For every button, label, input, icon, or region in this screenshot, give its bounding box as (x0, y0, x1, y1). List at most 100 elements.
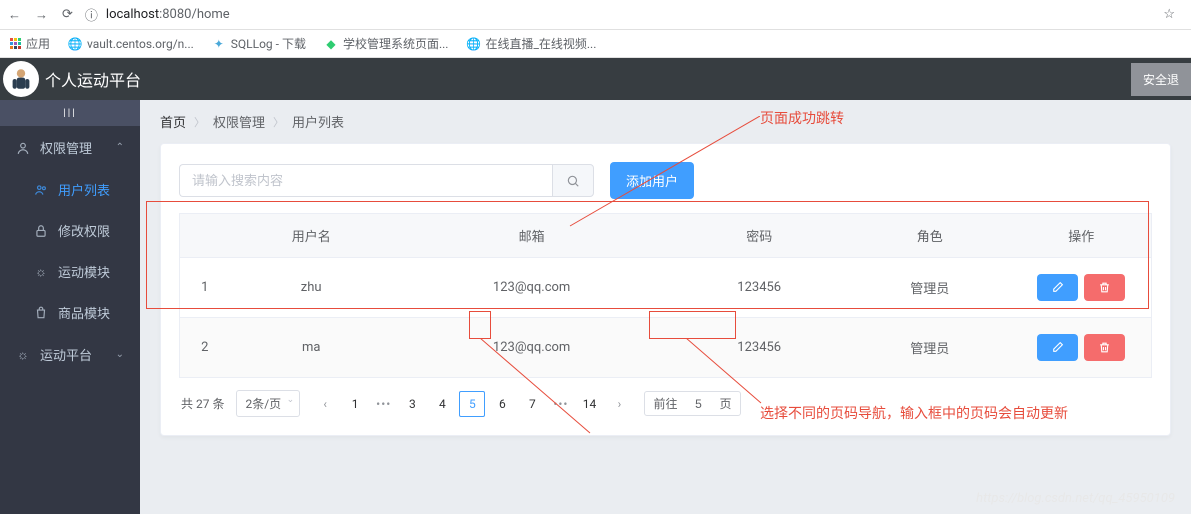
cell-role: 管理员 (848, 258, 1011, 318)
trash-icon (1098, 281, 1111, 294)
pager-page[interactable]: 7 (519, 391, 545, 417)
search-button[interactable] (552, 164, 594, 197)
sidebar-item-user-list[interactable]: 用户列表 (10, 169, 140, 210)
cell-password: 123456 (670, 318, 848, 378)
cell-username: ma (230, 318, 393, 378)
sidebar-item-modify-permission[interactable]: 修改权限 (10, 210, 140, 251)
sidebar-item-label: 修改权限 (58, 221, 110, 240)
search-input[interactable] (179, 164, 552, 197)
reload-icon[interactable]: ⟳ (62, 7, 73, 23)
sidebar-item-label: 用户列表 (58, 180, 110, 199)
bookmark-star-icon[interactable]: ☆ (1163, 7, 1175, 22)
goto-prefix: 前往 (653, 395, 677, 412)
app-title: 个人运动平台 (45, 67, 1131, 91)
trash-icon (1098, 341, 1111, 354)
main-content: 首页 〉 权限管理 〉 用户列表 添加用户 (140, 100, 1191, 514)
pager-next[interactable]: › (606, 391, 632, 417)
edit-icon (1051, 281, 1064, 294)
sidebar: ||| 权限管理 ⌃ 用户列表 修改权限 ☼ 运动模块 (0, 100, 140, 514)
cell-index: 1 (180, 258, 230, 318)
table-header-operation: 操作 (1012, 214, 1152, 258)
cell-username: zhu (230, 258, 393, 318)
cell-email: 123@qq.com (393, 258, 670, 318)
breadcrumb-item: 用户列表 (292, 112, 344, 131)
sidebar-item-label: 运动平台 (40, 345, 92, 364)
pager-page[interactable]: 14 (576, 391, 602, 417)
delete-button[interactable] (1084, 334, 1125, 361)
sidebar-item-permission[interactable]: 权限管理 ⌃ (0, 126, 140, 169)
url-bar[interactable]: ⓘ localhost:8080/home (85, 5, 1151, 24)
url-path: /home (191, 7, 229, 22)
search-icon (566, 174, 580, 188)
table-header-password: 密码 (670, 214, 848, 258)
bookmark-item[interactable]: 🌐 vault.centos.org/n... (68, 37, 194, 51)
app-header: 个人运动平台 安全退 (0, 58, 1191, 100)
pager-ellipsis[interactable]: ••• (549, 397, 572, 411)
chevron-right-icon: 〉 (273, 114, 284, 130)
pager-page[interactable]: 6 (489, 391, 515, 417)
cell-index: 2 (180, 318, 230, 378)
sidebar-collapse-button[interactable]: ||| (0, 100, 140, 126)
browser-nav-bar: ← → ⟳ ⓘ localhost:8080/home ☆ (0, 0, 1191, 30)
apps-label: 应用 (26, 35, 50, 52)
apps-button[interactable]: 应用 (10, 35, 50, 52)
breadcrumb-item[interactable]: 权限管理 (213, 112, 265, 131)
chevron-down-icon: ⌄ (116, 349, 124, 360)
sidebar-item-label: 商品模块 (58, 303, 110, 322)
sun-icon: ☼ (34, 264, 48, 280)
bookmarks-bar: 应用 🌐 vault.centos.org/n... ✦ SQLLog - 下载… (0, 30, 1191, 58)
table-row: 2ma123@qq.com123456管理员 (180, 318, 1152, 378)
sun-icon: ☼ (16, 347, 30, 363)
sidebar-item-label: 权限管理 (40, 138, 92, 157)
sidebar-item-sport-platform[interactable]: ☼ 运动平台 ⌄ (0, 333, 140, 376)
globe-icon: 🌐 (68, 37, 82, 51)
user-icon (16, 141, 30, 155)
pager-page[interactable]: 3 (399, 391, 425, 417)
cell-role: 管理员 (848, 318, 1011, 378)
pagination: 共 27 条 2条/页 ⌄ ‹1•••34567•••14› 前往 页 (179, 390, 1152, 417)
cell-operation (1012, 258, 1152, 318)
sidebar-item-product-module[interactable]: 商品模块 (10, 292, 140, 333)
url-port: :8080 (159, 7, 191, 22)
breadcrumb-item[interactable]: 首页 (160, 112, 186, 131)
add-user-button[interactable]: 添加用户 (610, 162, 694, 199)
cell-email: 123@qq.com (393, 318, 670, 378)
app-logo (3, 61, 39, 97)
cell-operation (1012, 318, 1152, 378)
breadcrumb: 首页 〉 权限管理 〉 用户列表 (140, 100, 1191, 143)
table-header-index (180, 214, 230, 258)
table-header-email: 邮箱 (393, 214, 670, 258)
edit-button[interactable] (1037, 274, 1078, 301)
bookmark-item[interactable]: ◆ 学校管理系统页面... (324, 35, 449, 52)
watermark: https://blog.csdn.net/qq_45950109 (976, 491, 1175, 506)
table-header-username: 用户名 (230, 214, 393, 258)
table-header-role: 角色 (848, 214, 1011, 258)
user-table: 用户名 邮箱 密码 角色 操作 1zhu123@qq.com123456管理员2… (179, 213, 1152, 378)
delete-button[interactable] (1084, 274, 1125, 301)
goto-suffix: 页 (719, 395, 731, 412)
table-row: 1zhu123@qq.com123456管理员 (180, 258, 1152, 318)
bag-icon (34, 306, 48, 320)
pager-ellipsis[interactable]: ••• (372, 397, 395, 411)
goto-page-input[interactable] (683, 397, 713, 411)
chevron-up-icon: ⌃ (116, 142, 124, 153)
pager-page[interactable]: 1 (342, 391, 368, 417)
users-icon (34, 183, 48, 197)
star-icon: ✦ (212, 37, 226, 51)
bookmark-item[interactable]: ✦ SQLLog - 下载 (212, 35, 306, 52)
info-icon: ⓘ (85, 5, 98, 24)
pager-page[interactable]: 5 (459, 391, 485, 417)
forward-icon[interactable]: → (35, 7, 48, 23)
edit-button[interactable] (1037, 334, 1078, 361)
bookmark-item[interactable]: 🌐 在线直播_在线视频... (466, 35, 596, 52)
page-size-select[interactable]: 2条/页 ⌄ (236, 390, 300, 417)
pager-page[interactable]: 4 (429, 391, 455, 417)
logout-button[interactable]: 安全退 (1131, 63, 1191, 96)
cell-password: 123456 (670, 258, 848, 318)
back-icon[interactable]: ← (8, 7, 21, 23)
sidebar-item-sport-module[interactable]: ☼ 运动模块 (10, 251, 140, 292)
lock-icon (34, 224, 48, 238)
chevron-right-icon: 〉 (194, 114, 205, 130)
pager-prev[interactable]: ‹ (312, 391, 338, 417)
goto-page: 前往 页 (644, 391, 740, 416)
